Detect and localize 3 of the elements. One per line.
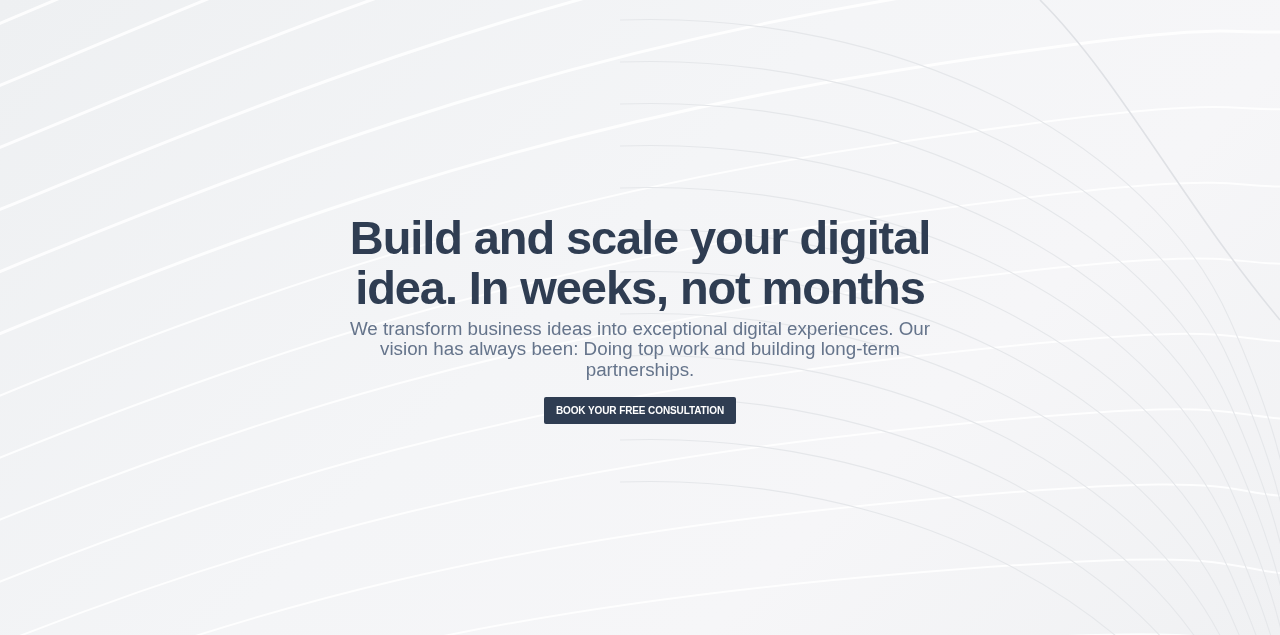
- hero-description: We transform business ideas into exceptional digital experiences. Our vision has always been: Doing top work and building long-term partnerships.: [348, 318, 932, 381]
- book-consultation-button[interactable]: BOOK YOUR FREE CONSULTATION: [543, 397, 737, 425]
- hero-heading: Build and scale your digital idea. In weeks, not months: [348, 212, 932, 313]
